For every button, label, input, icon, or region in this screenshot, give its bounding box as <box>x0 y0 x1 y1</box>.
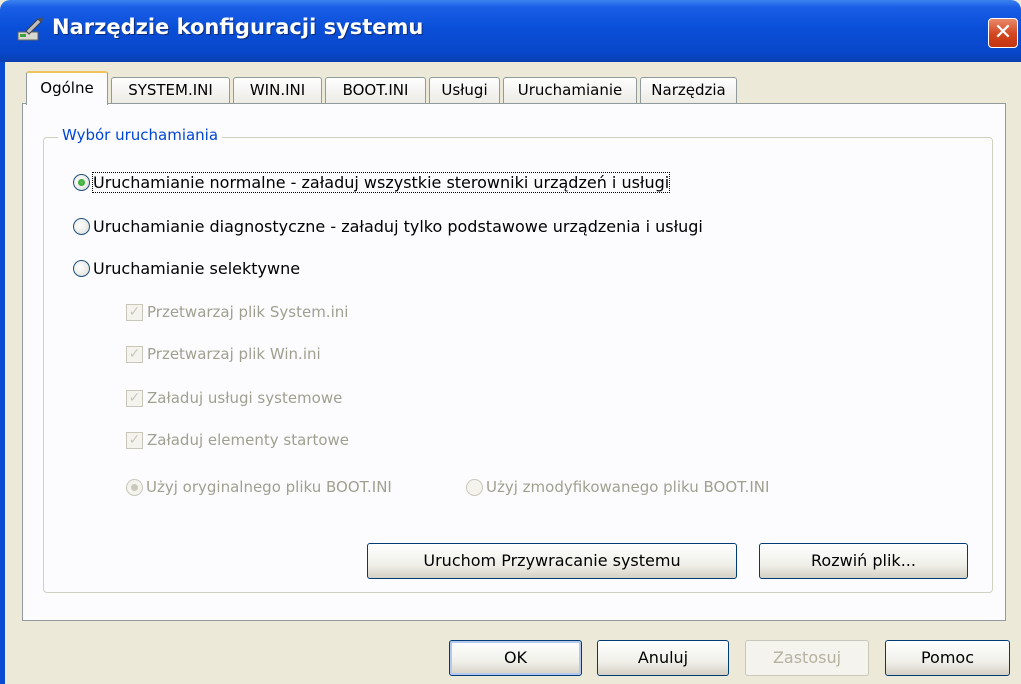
radio-modified-boot-ini[interactable]: Użyj zmodyfikowanego pliku BOOT.INI <box>466 478 769 496</box>
radio-indicator-selected <box>73 174 90 191</box>
checkbox-label: Przetwarzaj plik Win.ini <box>147 345 321 363</box>
radio-indicator <box>73 218 90 235</box>
checkbox-label: Załaduj elementy startowe <box>147 431 349 449</box>
checkbox-process-win-ini[interactable]: ✓ Przetwarzaj plik Win.ini <box>126 345 321 363</box>
cancel-button[interactable]: Anuluj <box>597 640 729 676</box>
tab-services[interactable]: Usługi <box>429 77 500 103</box>
radio-label: Użyj zmodyfikowanego pliku BOOT.INI <box>486 478 770 496</box>
radio-indicator <box>466 478 483 496</box>
close-button[interactable]: ✕ <box>988 18 1018 48</box>
tab-win-ini[interactable]: WIN.INI <box>233 77 322 103</box>
checkbox-indicator: ✓ <box>126 303 143 321</box>
apply-button[interactable]: Zastosuj <box>745 640 869 676</box>
title-bar[interactable]: Narzędzie konfiguracji systemu ✕ <box>0 0 1021 62</box>
radio-indicator <box>73 260 90 277</box>
tab-general[interactable]: Ogólne <box>26 71 108 105</box>
radio-diagnostic-startup[interactable]: Uruchamianie diagnostyczne - załaduj tyl… <box>73 217 703 236</box>
window-frame-left <box>0 62 5 684</box>
checkbox-label: Przetwarzaj plik System.ini <box>147 303 349 321</box>
window-title: Narzędzie konfiguracji systemu <box>52 15 424 39</box>
radio-label: Uruchamianie normalne - załaduj wszystki… <box>91 172 671 193</box>
launch-system-restore-button[interactable]: Uruchom Przywracanie systemu <box>367 543 737 579</box>
checkbox-process-system-ini[interactable]: ✓ Przetwarzaj plik System.ini <box>126 303 348 321</box>
radio-label: Uruchamianie selektywne <box>93 259 301 278</box>
checkbox-indicator: ✓ <box>126 389 143 407</box>
radio-label: Uruchamianie diagnostyczne - załaduj tyl… <box>93 217 703 236</box>
ok-button[interactable]: OK <box>449 640 582 676</box>
checkbox-label: Załaduj usługi systemowe <box>147 389 343 407</box>
tab-startup[interactable]: Uruchamianie <box>503 77 637 103</box>
msconfig-icon <box>17 17 43 41</box>
checkbox-load-system-services[interactable]: ✓ Załaduj usługi systemowe <box>126 389 342 407</box>
tab-system-ini[interactable]: SYSTEM.INI <box>111 77 230 103</box>
radio-original-boot-ini[interactable]: Użyj oryginalnego pliku BOOT.INI <box>126 478 392 496</box>
checkbox-indicator: ✓ <box>126 431 143 449</box>
startup-selection-group <box>43 137 993 593</box>
radio-indicator-selected <box>126 478 143 496</box>
group-title: Wybór uruchamiania <box>58 126 223 144</box>
radio-normal-startup[interactable]: Uruchamianie normalne - załaduj wszystki… <box>73 172 671 193</box>
help-button[interactable]: Pomoc <box>885 640 1010 676</box>
tab-boot-ini[interactable]: BOOT.INI <box>325 77 426 103</box>
radio-selective-startup[interactable]: Uruchamianie selektywne <box>73 259 300 278</box>
radio-label: Użyj oryginalnego pliku BOOT.INI <box>146 478 392 496</box>
checkbox-indicator: ✓ <box>126 345 143 363</box>
checkbox-load-startup-items[interactable]: ✓ Załaduj elementy startowe <box>126 431 349 449</box>
tab-tools[interactable]: Narzędzia <box>640 77 737 103</box>
expand-file-button[interactable]: Rozwiń plik... <box>759 543 968 579</box>
system-configuration-window: Narzędzie konfiguracji systemu ✕ Ogólne … <box>0 0 1021 684</box>
